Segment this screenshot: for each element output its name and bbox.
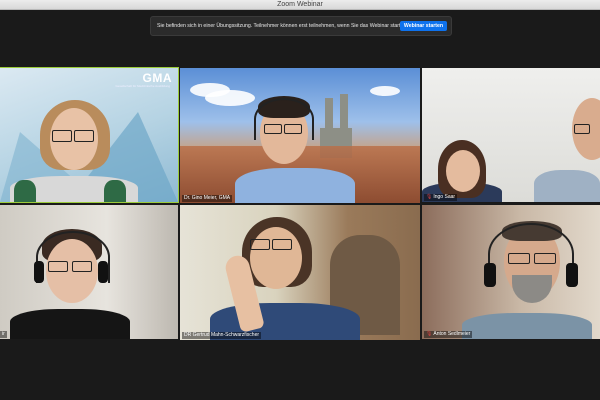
participant-jacket: [104, 180, 126, 202]
video-tile-2[interactable]: Dr. Gino Meier, GMA: [180, 68, 420, 203]
glasses: [72, 261, 92, 272]
participant-jacket: [14, 180, 36, 202]
glasses: [508, 253, 530, 264]
participant-shirt: [235, 168, 355, 203]
participant-name-text: Ingo Saar: [433, 194, 456, 200]
practice-session-banner: Sie befinden sich in einer Übungssitzung…: [150, 16, 452, 36]
glasses: [250, 239, 270, 250]
video-tile-5[interactable]: DR Gertrud Mahn-Schwarzfischer: [180, 205, 420, 340]
participant-face: [250, 227, 302, 289]
glasses: [534, 253, 556, 264]
glasses: [284, 124, 302, 134]
participant-name: DR Gertrud Mahn-Schwarzfischer: [182, 332, 262, 339]
ear-cup: [34, 261, 44, 283]
ear-cup: [98, 261, 108, 283]
glasses: [48, 261, 68, 272]
ear-cup: [484, 263, 496, 287]
video-tile-4[interactable]: ir: [0, 205, 178, 339]
glasses: [574, 124, 590, 134]
participant-name: Dr. Gino Meier, GMA: [182, 195, 233, 202]
participant-name-text: Anton Sedlmeier: [433, 331, 471, 337]
participant-shirt: [534, 170, 600, 202]
participant-top: [10, 309, 130, 339]
headset: [488, 223, 574, 285]
glasses: [52, 130, 72, 142]
gma-logo: GMA: [142, 71, 172, 85]
mic-muted-icon: 🎙: [426, 331, 433, 337]
window-title: Zoom Webinar: [277, 1, 323, 8]
participant-name: ir: [0, 331, 7, 338]
mic-muted-icon: 🎙: [426, 194, 433, 200]
video-tile-1[interactable]: GMA Gesellschaft für Medizinische Ausbil…: [0, 67, 179, 203]
participant-shirt: [462, 313, 592, 339]
participant-face: [446, 150, 480, 192]
participant-name: 🎙Anton Sedlmeier: [424, 331, 473, 338]
video-tile-3[interactable]: 🎙Ingo Saar: [422, 68, 600, 202]
banner-message: Sie befinden sich in einer Übungssitzung…: [157, 23, 408, 29]
start-webinar-button[interactable]: Webinar starten: [399, 21, 447, 31]
glasses: [74, 130, 94, 142]
ear-cup: [566, 263, 578, 287]
video-tile-6[interactable]: 🎙Anton Sedlmeier: [422, 205, 600, 339]
window-titlebar: Zoom Webinar: [0, 0, 600, 10]
glasses: [264, 124, 282, 134]
cloud: [205, 90, 255, 106]
gma-logo-subtitle: Gesellschaft für Medizinische Ausbildung: [115, 84, 170, 88]
cloud: [370, 86, 400, 96]
participant-name: 🎙Ingo Saar: [424, 194, 458, 201]
glasses: [272, 239, 292, 250]
